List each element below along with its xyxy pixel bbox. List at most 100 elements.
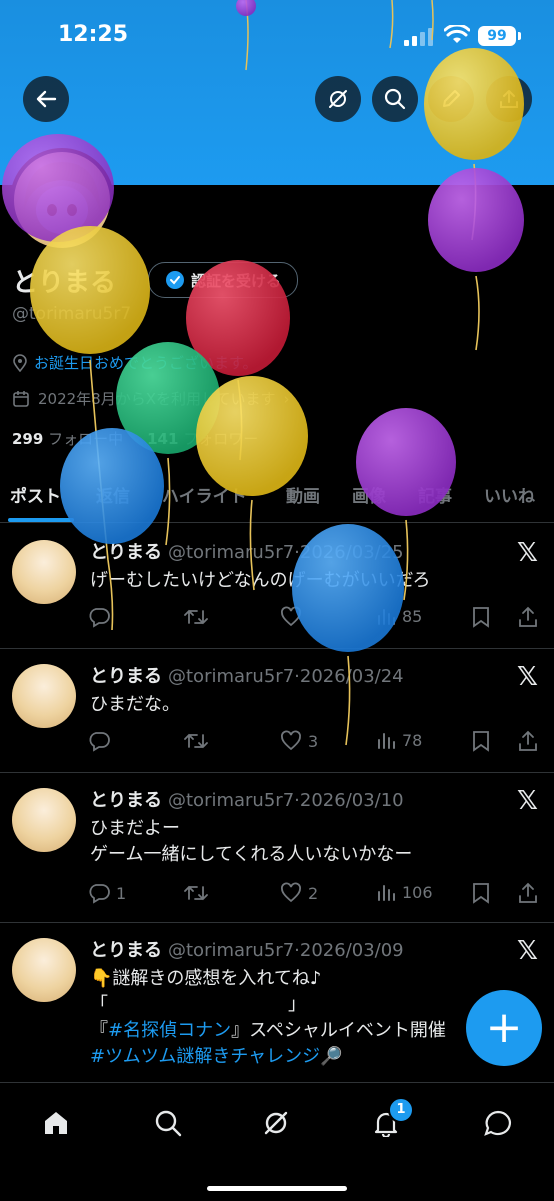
share-tweet-button[interactable] (518, 730, 538, 752)
bookmark-button[interactable] (472, 606, 490, 628)
heart-icon (281, 882, 301, 903)
search-icon (384, 88, 406, 110)
views-chart-icon (378, 733, 395, 749)
get-verified-label: 認証を受ける (191, 271, 282, 290)
avatar[interactable] (12, 788, 76, 852)
home-icon (45, 1112, 67, 1134)
tab-articles[interactable]: 記事 (418, 482, 452, 507)
plus-icon: + (485, 1002, 523, 1053)
profile-handle: @torimaru5r7 (12, 304, 132, 324)
home-indicator (207, 1186, 347, 1191)
avatar[interactable] (12, 540, 76, 604)
back-arrow-icon (36, 90, 57, 108)
grok-button[interactable] (315, 76, 361, 122)
views-button[interactable]: 106 (376, 882, 433, 902)
like-button[interactable]: 2 (280, 882, 318, 904)
tab-images[interactable]: 画像 (352, 482, 386, 507)
heart-icon (281, 606, 301, 627)
repost-button[interactable] (184, 882, 208, 904)
tweet[interactable]: とりまる @torimaru5r7·2026/03/24 𝕏 ひまだな。 3 78 (0, 648, 554, 773)
share-icon (519, 606, 537, 627)
repost-icon (184, 885, 208, 901)
avatar[interactable] (12, 938, 76, 1002)
tweet-text: ひまだよー ゲーム一緒にしてくれる人いないかなー (90, 818, 413, 865)
avatar[interactable] (12, 664, 76, 728)
wifi-icon (444, 25, 470, 43)
search-button[interactable] (372, 76, 418, 122)
nav-grok[interactable] (256, 1103, 296, 1143)
share-button[interactable] (486, 76, 532, 122)
tweet-header: とりまる @torimaru5r7·2026/03/09 (90, 940, 404, 961)
views-button[interactable]: 85 (376, 606, 422, 626)
x-logo-icon[interactable]: 𝕏 (517, 936, 538, 966)
reply-icon (89, 884, 110, 904)
avatar-illustration (24, 162, 100, 234)
share-icon (519, 882, 537, 903)
nav-search[interactable] (148, 1103, 188, 1143)
verified-badge-icon (166, 271, 184, 289)
repost-button[interactable] (184, 730, 208, 752)
tweet-actions: 85 (88, 606, 538, 630)
tweet-header: とりまる @torimaru5r7·2026/03/10 (90, 790, 404, 811)
x-logo-icon[interactable]: 𝕏 (517, 538, 538, 568)
profile-tabs: ポスト 返信 ハイライト 動画 画像 記事 いいね (0, 470, 554, 523)
calendar-icon (13, 390, 29, 407)
tab-replies[interactable]: 返信 (96, 482, 130, 507)
reply-button[interactable] (88, 606, 116, 628)
tweet-header: とりまる @torimaru5r7·2026/03/25 (90, 542, 404, 563)
status-bar: 12:25 99 (0, 0, 554, 70)
hashtag-link[interactable]: #名探偵コナン (108, 1020, 231, 1041)
tweet-text: げーむしたいけどなんのげーむがいいだろ (90, 570, 431, 591)
join-date-text: 2022年8月からXを利用しています (38, 390, 276, 408)
reply-button[interactable] (88, 730, 116, 752)
get-verified-button[interactable]: 認証を受ける (148, 262, 299, 298)
battery-indicator: 99 (478, 26, 521, 46)
grok-icon (329, 90, 347, 108)
tweet[interactable]: とりまる @torimaru5r7·2026/03/25 𝕏 げーむしたいけどなん… (0, 524, 554, 649)
repost-button[interactable] (184, 606, 208, 628)
nav-notifications[interactable]: 1 (366, 1097, 414, 1143)
following-stat[interactable]: 299 フォロー中 (12, 428, 123, 449)
repost-icon (184, 733, 208, 749)
tweet[interactable]: とりまる @torimaru5r7·2026/03/10 𝕏 ひまだよー ゲーム一… (0, 772, 554, 923)
bookmark-icon (473, 883, 489, 904)
heart-icon (281, 730, 301, 751)
compose-button[interactable]: + (466, 990, 542, 1066)
bio-text[interactable]: お誕生日おめでとうございます。 (34, 352, 258, 373)
chevron-right-icon[interactable]: › (284, 390, 290, 408)
bookmark-button[interactable] (472, 730, 490, 752)
profile-avatar[interactable] (10, 148, 114, 252)
edit-button[interactable] (428, 76, 474, 122)
tweet[interactable]: とりまる @torimaru5r7·2026/03/09 𝕏 👇謎解きの感想を入れ… (0, 922, 554, 1082)
tab-videos[interactable]: 動画 (286, 482, 320, 507)
clock: 12:25 (58, 22, 129, 47)
nav-home[interactable] (36, 1103, 76, 1143)
tweet-header: とりまる @torimaru5r7·2026/03/24 (90, 666, 404, 687)
share-tweet-button[interactable] (518, 606, 538, 628)
hashtag-link[interactable]: #ツムツム謎解きチャレンジ (90, 1046, 320, 1067)
x-logo-icon[interactable]: 𝕏 (517, 786, 538, 816)
tweet-actions: 1 2 106 (88, 882, 538, 906)
like-button[interactable]: 3 (280, 730, 318, 752)
bookmark-button[interactable] (472, 882, 490, 904)
notification-badge: 1 (388, 1097, 414, 1123)
tab-posts[interactable]: ポスト (10, 482, 61, 507)
followers-stat[interactable]: 141 フォロワー (147, 428, 258, 449)
share-tweet-button[interactable] (518, 882, 538, 904)
tab-likes[interactable]: いいね (484, 482, 535, 507)
reply-button[interactable]: 1 (88, 882, 126, 904)
tweet-text: 👇謎解きの感想を入れてね♪ 「 」 『#名探偵コナン』スペシャルイベント開催 #… (90, 968, 446, 1067)
message-icon (484, 1110, 511, 1136)
nav-messages[interactable] (478, 1103, 518, 1143)
like-button[interactable] (280, 606, 308, 628)
views-chart-icon (378, 609, 395, 625)
x-logo-icon[interactable]: 𝕏 (517, 662, 538, 692)
profile-bio: お誕生日おめでとうございます。 (12, 352, 258, 373)
tab-indicator (8, 518, 74, 522)
follow-stats: 299 フォロー中 141 フォロワー (12, 428, 258, 449)
back-button[interactable] (23, 76, 69, 122)
views-button[interactable]: 78 (376, 730, 422, 750)
join-date-row: 2022年8月からXを利用しています › (12, 388, 290, 409)
tab-highlights[interactable]: ハイライト (162, 482, 247, 507)
reply-icon (89, 608, 110, 628)
